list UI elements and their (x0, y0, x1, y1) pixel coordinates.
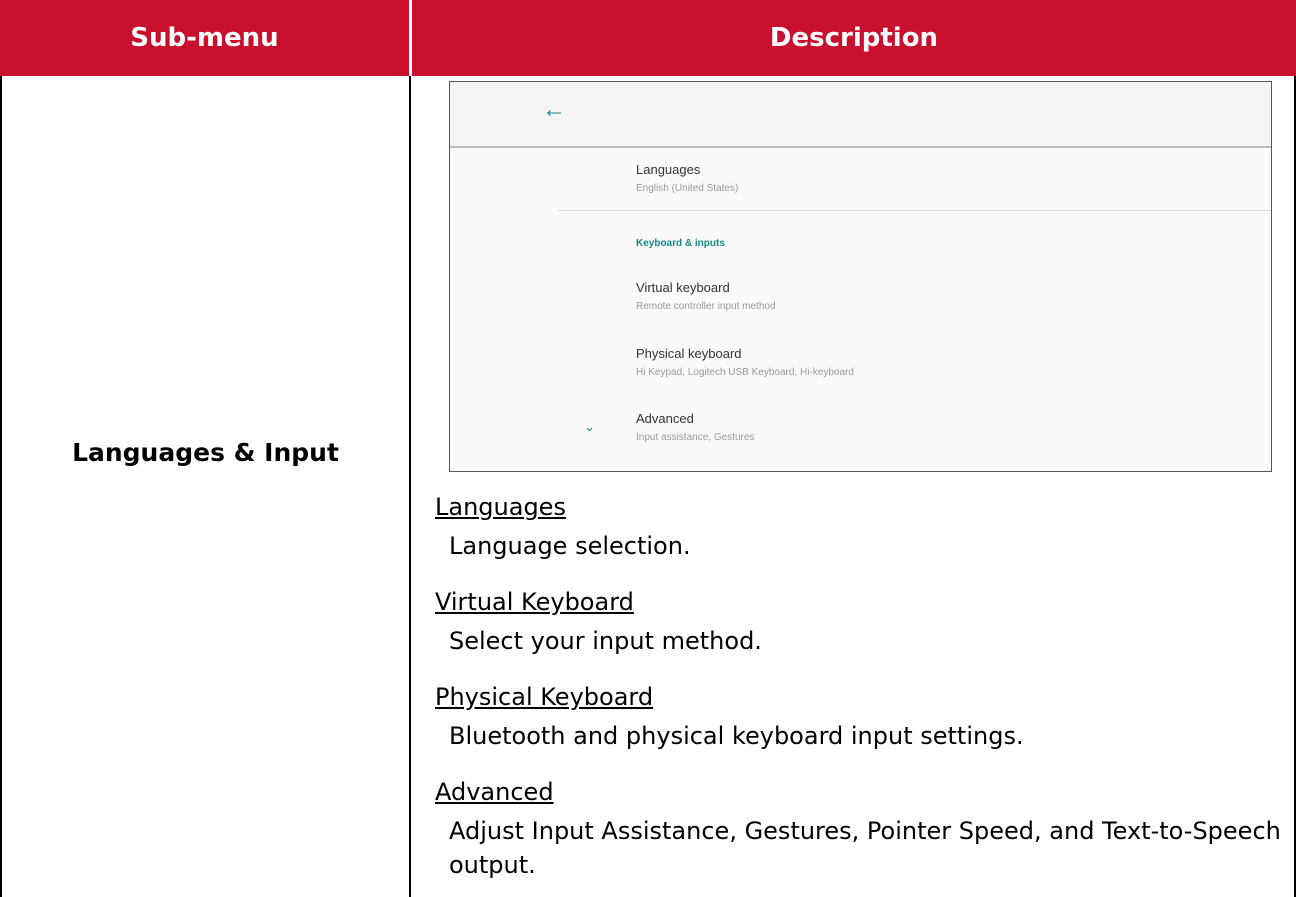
chevron-down-icon: ⌄ (584, 419, 595, 434)
screenshot-virtual-title: Virtual keyboard (636, 280, 730, 295)
desc-body: Bluetooth and physical keyboard input se… (449, 722, 1024, 750)
arrow-left-icon: ← (542, 96, 566, 123)
screenshot-section-label: Keyboard & inputs (636, 238, 725, 249)
desc-title: Physical Keyboard (435, 683, 654, 711)
screenshot-languages-title: Languages (636, 162, 701, 177)
screenshot-virtual-sub: Remote controller input method (636, 301, 776, 312)
table-header: Sub-menu Description (0, 0, 1296, 76)
column-divider (409, 76, 411, 897)
screenshot-advanced-title: Advanced (636, 411, 694, 426)
header-description: Description (769, 23, 939, 53)
screenshot-physical-title: Physical keyboard (636, 346, 742, 361)
header-submenu: Sub-menu (130, 23, 279, 53)
desc-body: Select your input method. (449, 627, 762, 655)
desc-body: Language selection. (449, 532, 691, 560)
desc-item-languages: Languages Language selection. (435, 493, 1285, 563)
desc-body: Adjust Input Assistance, Gestures, Point… (449, 817, 1281, 879)
screenshot-item-virtual: Virtual keyboard Remote controller input… (636, 280, 776, 312)
screenshot-physical-sub: Hi Keypad, Logitech USB Keyboard, Hi-key… (636, 367, 854, 378)
desc-title: Virtual Keyboard (435, 588, 634, 616)
left-border (0, 76, 2, 897)
screenshot-item-advanced: Advanced Input assistance, Gestures (636, 411, 754, 443)
submenu-label: Languages & Input (72, 438, 339, 467)
screenshot-divider (558, 210, 1271, 211)
desc-item-virtual-keyboard: Virtual Keyboard Select your input metho… (435, 588, 1285, 658)
desc-title: Advanced (435, 778, 554, 806)
screenshot-advanced-sub: Input assistance, Gestures (636, 432, 755, 443)
screenshot-topbar: ← (450, 82, 1271, 148)
desc-item-advanced: Advanced Adjust Input Assistance, Gestur… (435, 778, 1285, 882)
desc-title: Languages (435, 493, 566, 521)
desc-item-physical-keyboard: Physical Keyboard Bluetooth and physical… (435, 683, 1285, 753)
submenu-table: Sub-menu Description Languages & Input ←… (0, 0, 1296, 897)
settings-screenshot: ← Languages English (United States) Keyb… (449, 81, 1272, 472)
screenshot-languages-sub: English (United States) (636, 183, 739, 194)
screenshot-item-languages: Languages English (United States) (636, 162, 738, 194)
screenshot-item-physical: Physical keyboard Hi Keypad, Logitech US… (636, 346, 854, 378)
